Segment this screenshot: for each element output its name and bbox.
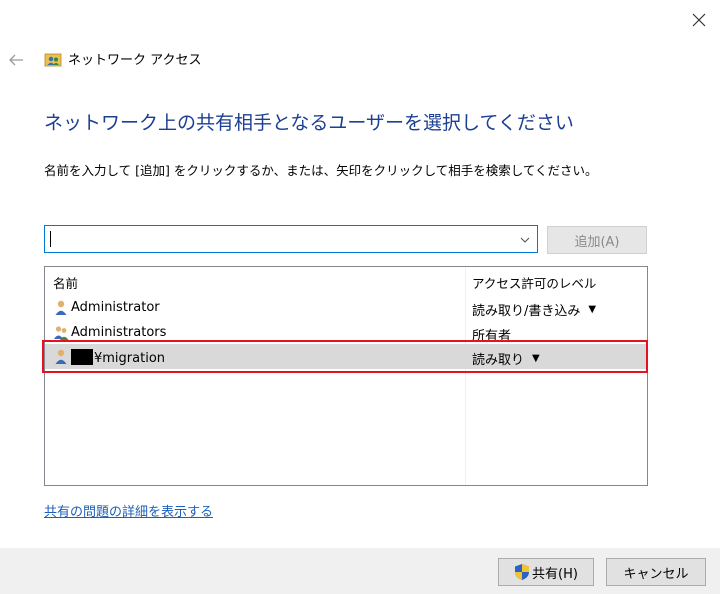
user-list[interactable]: 名前 アクセス許可のレベル Administrator 読み取り/書き込み ▼ … [44,266,648,486]
user-name-text: ¥migration [94,351,166,366]
list-item[interactable]: Administrators 所有者 [45,320,647,345]
instruction-text: 名前を入力して [追加] をクリックするか、または、矢印をクリックして相手を検索… [44,163,598,178]
column-header-permission[interactable]: アクセス許可のレベル [472,273,596,292]
permission-label: 読み取り/書き込み [472,304,581,319]
list-header: 名前 アクセス許可のレベル [45,267,647,293]
user-name: Administrators [71,325,167,340]
permission-dropdown[interactable]: 読み取り/書き込み ▼ [472,300,596,319]
user-icon [55,349,67,364]
back-button[interactable] [4,48,28,72]
permission-label: 所有者 [472,329,512,344]
sharing-troubleshoot-link[interactable]: 共有の問題の詳細を表示する [44,501,213,520]
uac-shield-icon [515,564,530,580]
page-heading: ネットワーク上の共有相手となるユーザーを選択してください [44,112,574,134]
text-caret [50,231,51,247]
share-button-label: 共有(H) [532,566,578,582]
cancel-button[interactable]: キャンセル [606,558,706,586]
list-item[interactable]: Administrator 読み取り/書き込み ▼ [45,295,647,320]
close-icon [692,13,706,27]
close-button[interactable] [678,0,720,40]
add-button[interactable]: 追加(A) [547,226,647,254]
back-arrow-icon [9,54,23,66]
window-title-text: ネットワーク アクセス [68,53,202,68]
user-name-input[interactable] [49,229,513,251]
permission-label: 読み取り [472,353,525,368]
list-item-selected[interactable]: ¥migration 読み取り ▼ [45,344,647,369]
dialog-footer: 共有(H) キャンセル [0,548,720,594]
user-name-combobox[interactable] [44,225,538,253]
window-title: ネットワーク アクセス [44,49,201,68]
chevron-down-icon [520,237,530,243]
column-header-name[interactable]: 名前 [53,273,78,292]
share-button[interactable]: 共有(H) [498,558,594,586]
network-access-icon [44,53,62,66]
dropdown-arrow-icon: ▼ [532,353,540,364]
user-icon [55,300,67,315]
combobox-dropdown-button[interactable] [517,232,533,248]
permission-dropdown[interactable]: 読み取り ▼ [472,349,540,368]
user-name: ¥migration [71,349,165,366]
group-icon [54,326,69,340]
dropdown-arrow-icon: ▼ [588,304,597,315]
user-name: Administrator [71,300,160,315]
redaction-block [71,349,93,365]
